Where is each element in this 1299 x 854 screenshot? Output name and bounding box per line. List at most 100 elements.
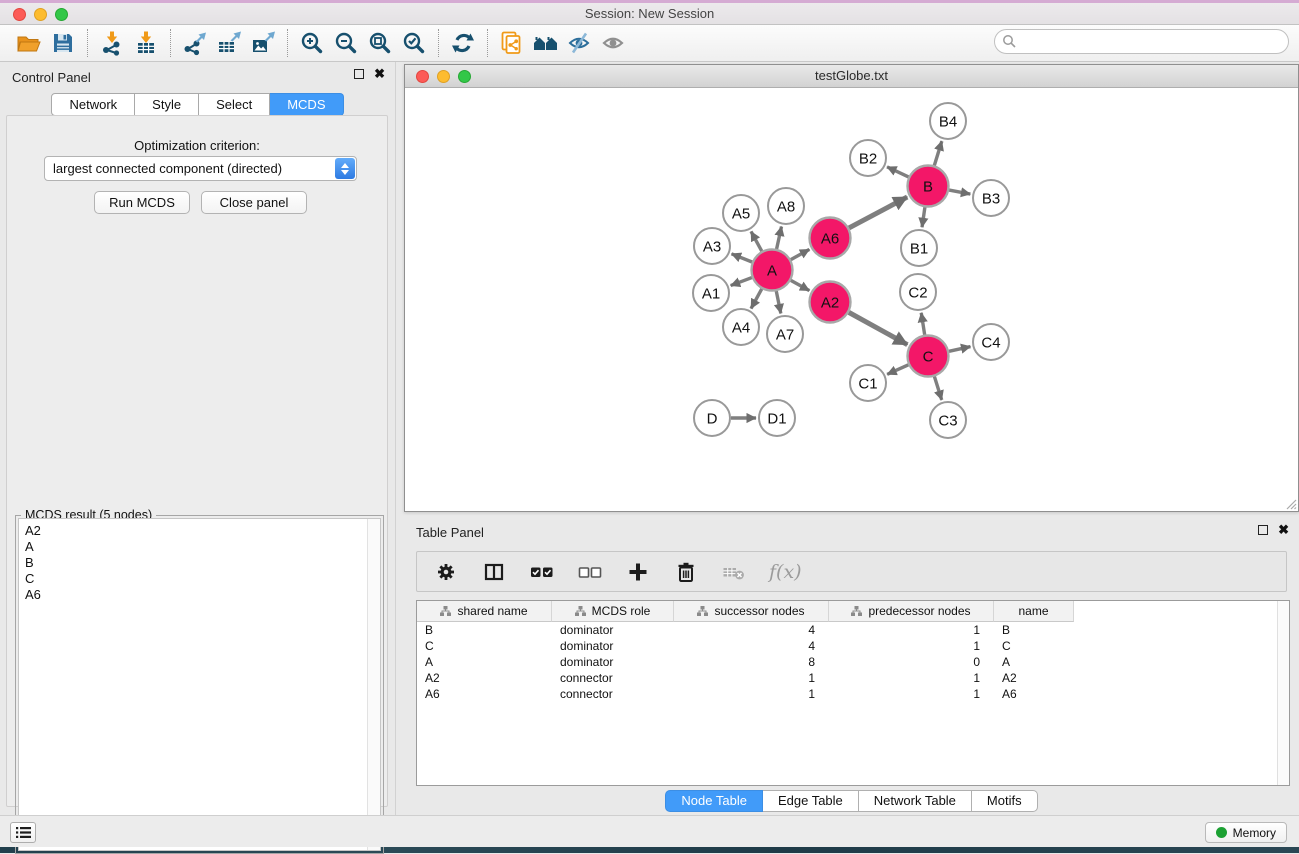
export-table-icon[interactable] bbox=[212, 28, 246, 58]
table-cell[interactable]: 1 bbox=[829, 638, 994, 654]
destroy-table-icon[interactable] bbox=[721, 559, 747, 585]
graph-node-B3[interactable]: B3 bbox=[973, 180, 1009, 216]
table-cell[interactable]: dominator bbox=[552, 654, 674, 670]
graph-edge-C-C3[interactable] bbox=[934, 377, 941, 400]
table-cell[interactable]: A6 bbox=[417, 686, 552, 702]
mcds-result-item[interactable]: B bbox=[25, 555, 380, 571]
graph-edge-A-A6[interactable] bbox=[791, 249, 810, 259]
graph-edge-A-A7[interactable] bbox=[776, 291, 781, 313]
graph-node-C[interactable]: C bbox=[908, 336, 949, 377]
tab-style[interactable]: Style bbox=[135, 93, 199, 116]
table-cell[interactable]: 1 bbox=[829, 686, 994, 702]
zoom-window-button[interactable] bbox=[55, 8, 68, 21]
graph-edge-C-C1[interactable] bbox=[887, 365, 908, 375]
table-cell[interactable]: A bbox=[994, 654, 1074, 670]
graph-node-A1[interactable]: A1 bbox=[693, 275, 729, 311]
mcds-result-item[interactable]: A bbox=[25, 539, 380, 555]
graph-edge-A-A2[interactable] bbox=[791, 280, 810, 290]
table-cell[interactable]: dominator bbox=[552, 638, 674, 654]
graph-edge-A-A8[interactable] bbox=[777, 227, 782, 249]
new-network-from-selection-icon[interactable] bbox=[495, 28, 529, 58]
network-window-title-bar[interactable]: testGlobe.txt bbox=[405, 65, 1298, 88]
run-mcds-button[interactable]: Run MCDS bbox=[94, 191, 190, 214]
zoom-out-icon[interactable] bbox=[329, 28, 363, 58]
graph-edge-B-B3[interactable] bbox=[949, 190, 970, 194]
graph-node-A5[interactable]: A5 bbox=[723, 195, 759, 231]
close-table-panel-icon[interactable]: ✖ bbox=[1278, 525, 1289, 535]
table-cell[interactable]: 0 bbox=[829, 654, 994, 670]
close-panel-button[interactable]: Close panel bbox=[201, 191, 307, 214]
zoom-selected-icon[interactable] bbox=[397, 28, 431, 58]
graph-node-B[interactable]: B bbox=[908, 166, 949, 207]
tab-node-table[interactable]: Node Table bbox=[665, 790, 763, 812]
graph-node-D[interactable]: D bbox=[694, 400, 730, 436]
table-scrollbar[interactable] bbox=[1277, 601, 1289, 785]
close-window-button[interactable] bbox=[13, 8, 26, 21]
graph-edge-B-B1[interactable] bbox=[922, 207, 925, 227]
graph-node-A8[interactable]: A8 bbox=[768, 188, 804, 224]
graph-node-A3[interactable]: A3 bbox=[694, 228, 730, 264]
table-row[interactable]: Adominator80A bbox=[417, 654, 1289, 670]
table-cell[interactable]: dominator bbox=[552, 622, 674, 638]
mcds-result-item[interactable]: C bbox=[25, 571, 380, 587]
select-all-icon[interactable] bbox=[529, 559, 555, 585]
table-cell[interactable]: B bbox=[994, 622, 1074, 638]
table-settings-gear-icon[interactable] bbox=[433, 559, 459, 585]
criterion-dropdown[interactable]: largest connected component (directed) bbox=[44, 156, 357, 181]
save-session-icon[interactable] bbox=[46, 28, 80, 58]
minimize-network-window-button[interactable] bbox=[437, 70, 450, 83]
export-network-icon[interactable] bbox=[178, 28, 212, 58]
tab-edge-table[interactable]: Edge Table bbox=[763, 790, 859, 812]
mcds-list-scrollbar[interactable] bbox=[367, 519, 380, 850]
table-cell[interactable]: 4 bbox=[674, 622, 829, 638]
graph-node-B1[interactable]: B1 bbox=[901, 230, 937, 266]
tab-network[interactable]: Network bbox=[51, 93, 135, 116]
table-row[interactable]: Bdominator41B bbox=[417, 622, 1289, 638]
import-table-icon[interactable] bbox=[129, 28, 163, 58]
graph-edge-A-A5[interactable] bbox=[751, 231, 762, 251]
show-eye-icon[interactable] bbox=[597, 28, 631, 58]
delete-row-trash-icon[interactable] bbox=[673, 559, 699, 585]
function-builder-icon[interactable]: f(x) bbox=[769, 559, 802, 585]
table-cell[interactable]: connector bbox=[552, 670, 674, 686]
show-columns-icon[interactable] bbox=[481, 559, 507, 585]
graph-node-A[interactable]: A bbox=[752, 250, 793, 291]
open-file-icon[interactable] bbox=[12, 28, 46, 58]
graph-edge-A-A1[interactable] bbox=[731, 278, 752, 286]
table-cell[interactable]: connector bbox=[552, 686, 674, 702]
graph-node-C1[interactable]: C1 bbox=[850, 365, 886, 401]
float-panel-icon[interactable] bbox=[354, 69, 364, 79]
zoom-in-icon[interactable] bbox=[295, 28, 329, 58]
show-all-network-windows-icon[interactable] bbox=[529, 28, 563, 58]
table-cell[interactable]: 4 bbox=[674, 638, 829, 654]
add-row-plus-icon[interactable] bbox=[625, 559, 651, 585]
mcds-result-list[interactable]: A2ABCA6 bbox=[18, 518, 381, 851]
graph-edge-A2-C[interactable] bbox=[849, 312, 908, 344]
tab-mcds[interactable]: MCDS bbox=[270, 93, 343, 116]
zoom-network-window-button[interactable] bbox=[458, 70, 471, 83]
table-cell[interactable]: A2 bbox=[994, 670, 1074, 686]
tab-motifs[interactable]: Motifs bbox=[972, 790, 1038, 812]
graph-edge-C-C4[interactable] bbox=[949, 347, 971, 352]
close-network-window-button[interactable] bbox=[416, 70, 429, 83]
graph-node-A2[interactable]: A2 bbox=[810, 282, 851, 323]
graph-node-A7[interactable]: A7 bbox=[767, 316, 803, 352]
column-header-name[interactable]: name bbox=[994, 601, 1074, 622]
table-cell[interactable]: A2 bbox=[417, 670, 552, 686]
refresh-icon[interactable] bbox=[446, 28, 480, 58]
zoom-fit-icon[interactable] bbox=[363, 28, 397, 58]
graph-edge-C-C2[interactable] bbox=[921, 313, 924, 335]
network-graph[interactable]: B4B2BB3A5A8A6B1A3AC2A1A2A4A7C4CC1C3DD1 bbox=[405, 89, 1298, 511]
table-cell[interactable]: 1 bbox=[829, 670, 994, 686]
table-cell[interactable]: A bbox=[417, 654, 552, 670]
float-table-panel-icon[interactable] bbox=[1258, 525, 1268, 535]
graph-node-C3[interactable]: C3 bbox=[930, 402, 966, 438]
column-header-MCDS-role[interactable]: MCDS role bbox=[552, 601, 674, 622]
table-cell[interactable]: A6 bbox=[994, 686, 1074, 702]
search-input[interactable] bbox=[994, 29, 1289, 54]
table-row[interactable]: A2connector11A2 bbox=[417, 670, 1289, 686]
column-header-predecessor-nodes[interactable]: predecessor nodes bbox=[829, 601, 994, 622]
mcds-result-item[interactable]: A2 bbox=[25, 523, 380, 539]
graph-edge-B-B4[interactable] bbox=[934, 141, 942, 165]
table-cell[interactable]: C bbox=[994, 638, 1074, 654]
